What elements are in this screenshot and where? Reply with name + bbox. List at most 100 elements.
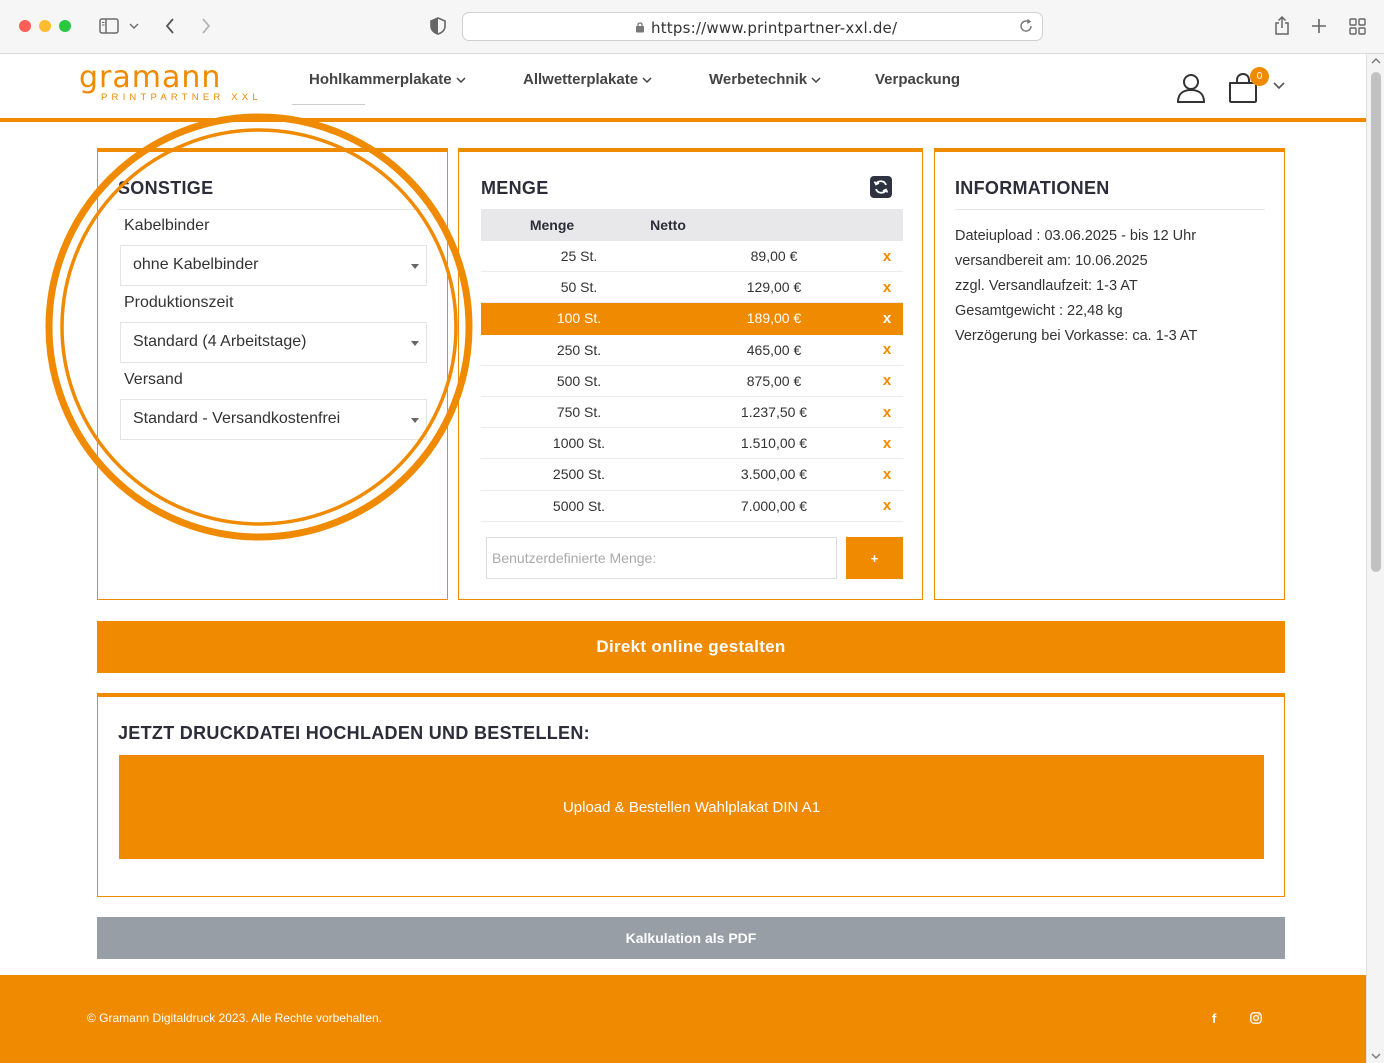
price-cell: 1.237,50 € [740, 404, 808, 421]
nav-werbetechnik[interactable]: Werbetechnik [709, 71, 821, 88]
select-row-button[interactable]: x [871, 341, 903, 358]
upload-title: JETZT DRUCKDATEI HOCHLADEN UND BESTELLEN… [118, 723, 590, 743]
quantity-row[interactable]: 50 St. 129,00 € x [481, 272, 903, 304]
custom-quantity-input[interactable] [486, 537, 837, 579]
col-netto: Netto [650, 217, 686, 233]
forward-icon[interactable] [196, 14, 216, 38]
nav-hohlkammerplakate[interactable]: Hohlkammerplakate [309, 71, 466, 88]
calculation-pdf-button[interactable]: Kalkulation als PDF [97, 917, 1285, 959]
sidebar-toggle-icon[interactable] [97, 14, 121, 38]
info-line-versandbereit: versandbereit am: 10.06.2025 [955, 253, 1148, 269]
quantity-row[interactable]: 1000 St. 1.510,00 € x [481, 428, 903, 460]
quantity-cell: 250 St. [556, 341, 602, 358]
quantity-cell: 5000 St. [552, 497, 606, 514]
reload-icon[interactable] [1018, 18, 1034, 34]
close-window-button[interactable] [19, 20, 31, 32]
versand-value: Standard - Versandkostenfrei [133, 410, 341, 427]
quantity-row[interactable]: 500 St. 875,00 € x [481, 366, 903, 397]
scroll-down-icon[interactable] [1371, 1052, 1381, 1060]
kabelbinder-select[interactable]: ohne Kabelbinder [120, 245, 427, 286]
user-account-icon[interactable] [1175, 72, 1207, 104]
scroll-thumb[interactable] [1371, 72, 1381, 572]
info-lines: Dateiupload : 03.06.2025 - bis 12 Uhr ve… [955, 224, 1197, 349]
select-row-button[interactable]: x [871, 372, 903, 389]
logo-tagline: PRINTPARTNER XXL [101, 92, 262, 103]
cart-count-badge: 0 [1250, 67, 1269, 86]
menge-panel: MENGE Menge Netto 25 St. 89,00 € x 50 St. 12… [458, 148, 923, 600]
info-line-versandlaufzeit: zzgl. Versandlaufzeit: 1-3 AT [955, 278, 1138, 294]
quantity-row[interactable]: 750 St. 1.237,50 € x [481, 397, 903, 429]
new-tab-icon[interactable] [1309, 14, 1329, 38]
quantity-table-header: Menge Netto [481, 209, 903, 241]
produktionszeit-value: Standard (4 Arbeitstage) [133, 333, 307, 350]
select-row-button[interactable]: x [871, 310, 903, 327]
copyright-text: © Gramann Digitaldruck 2023. Alle Rechte… [87, 1011, 383, 1025]
price-cell: 89,00 € [750, 248, 798, 265]
sonstige-panel: SONSTIGE Kabelbinder ohne Kabelbinder Pr… [97, 148, 448, 600]
kabelbinder-label: Kabelbinder [124, 217, 210, 234]
caret-down-icon [411, 418, 419, 423]
select-row-button[interactable]: x [871, 248, 903, 265]
facebook-icon[interactable]: f [1212, 1011, 1216, 1026]
site-header: gramann PRINTPARTNER XXL Hohlkammerplaka… [0, 54, 1366, 122]
versand-select[interactable]: Standard - Versandkostenfrei [120, 399, 427, 440]
quantity-row[interactable]: 2500 St. 3.500,00 € x [481, 459, 903, 491]
select-row-button[interactable]: x [871, 435, 903, 452]
price-cell: 3.500,00 € [740, 466, 808, 483]
caret-down-icon [411, 341, 419, 346]
price-cell: 465,00 € [746, 341, 802, 358]
url-text: https://www.printpartner-xxl.de/ [651, 19, 898, 37]
share-icon[interactable] [1272, 14, 1292, 38]
select-row-button[interactable]: x [871, 466, 903, 483]
tab-overview-icon[interactable] [1347, 14, 1367, 38]
chevron-down-icon [456, 76, 466, 83]
divider [955, 209, 1265, 210]
logo-wordmark: gramann [79, 60, 222, 95]
nav-active-indicator [292, 104, 365, 105]
logo-tagline-text: PRINTPARTNER [101, 92, 225, 103]
produktionszeit-label: Produktionszeit [124, 294, 234, 311]
page-scrollbar[interactable] [1366, 54, 1384, 1063]
nav-label: Werbetechnik [709, 71, 808, 88]
quantity-row[interactable]: 100 St. 189,00 € x [481, 303, 903, 335]
nav-verpackung[interactable]: Verpackung [875, 71, 960, 88]
back-icon[interactable] [160, 14, 180, 38]
upload-order-button[interactable]: Upload & Bestellen Wahlplakat DIN A1 [119, 755, 1264, 859]
informationen-title: INFORMATIONEN [955, 178, 1110, 198]
quantity-row[interactable]: 250 St. 465,00 € x [481, 335, 903, 366]
select-row-button[interactable]: x [871, 279, 903, 296]
nav-allwetterplakate[interactable]: Allwetterplakate [523, 71, 652, 88]
privacy-shield-icon[interactable] [428, 14, 448, 38]
chevron-down-icon[interactable] [1273, 82, 1285, 90]
quantity-cell: 1000 St. [552, 435, 606, 452]
refresh-icon[interactable] [870, 176, 892, 198]
quantity-cell: 2500 St. [552, 466, 606, 483]
quantity-row[interactable]: 25 St. 89,00 € x [481, 241, 903, 273]
kabelbinder-value: ohne Kabelbinder [133, 256, 259, 273]
browser-toolbar: https://www.printpartner-xxl.de/ [0, 0, 1384, 54]
design-online-button[interactable]: Direkt online gestalten [97, 621, 1285, 673]
scroll-up-icon[interactable] [1371, 57, 1381, 65]
produktionszeit-select[interactable]: Standard (4 Arbeitstage) [120, 322, 427, 363]
price-cell: 129,00 € [746, 279, 802, 296]
quantity-cell: 750 St. [556, 404, 602, 421]
address-bar[interactable]: https://www.printpartner-xxl.de/ [462, 12, 1043, 41]
price-cell: 7.000,00 € [740, 497, 808, 514]
quantity-cell: 50 St. [560, 279, 598, 296]
select-row-button[interactable]: x [871, 497, 903, 514]
quantity-cell: 500 St. [556, 372, 602, 389]
gramann-logo[interactable]: gramann PRINTPARTNER XXL [79, 60, 262, 104]
chevron-down-icon [642, 76, 652, 83]
info-line-dateiupload: Dateiupload : 03.06.2025 - bis 12 Uhr [955, 228, 1197, 244]
quantity-row[interactable]: 5000 St. 7.000,00 € x [481, 491, 903, 522]
instagram-icon[interactable] [1250, 1012, 1262, 1024]
minimize-window-button[interactable] [39, 20, 51, 32]
col-menge: Menge [529, 217, 575, 233]
chevron-down-icon[interactable] [127, 14, 141, 38]
quantity-cell: 25 St. [560, 248, 598, 265]
add-quantity-button[interactable]: + [846, 537, 903, 579]
select-row-button[interactable]: x [871, 404, 903, 421]
zoom-window-button[interactable] [59, 20, 71, 32]
nav-label: Verpackung [875, 71, 961, 88]
nav-label: Allwetterplakate [523, 71, 639, 88]
